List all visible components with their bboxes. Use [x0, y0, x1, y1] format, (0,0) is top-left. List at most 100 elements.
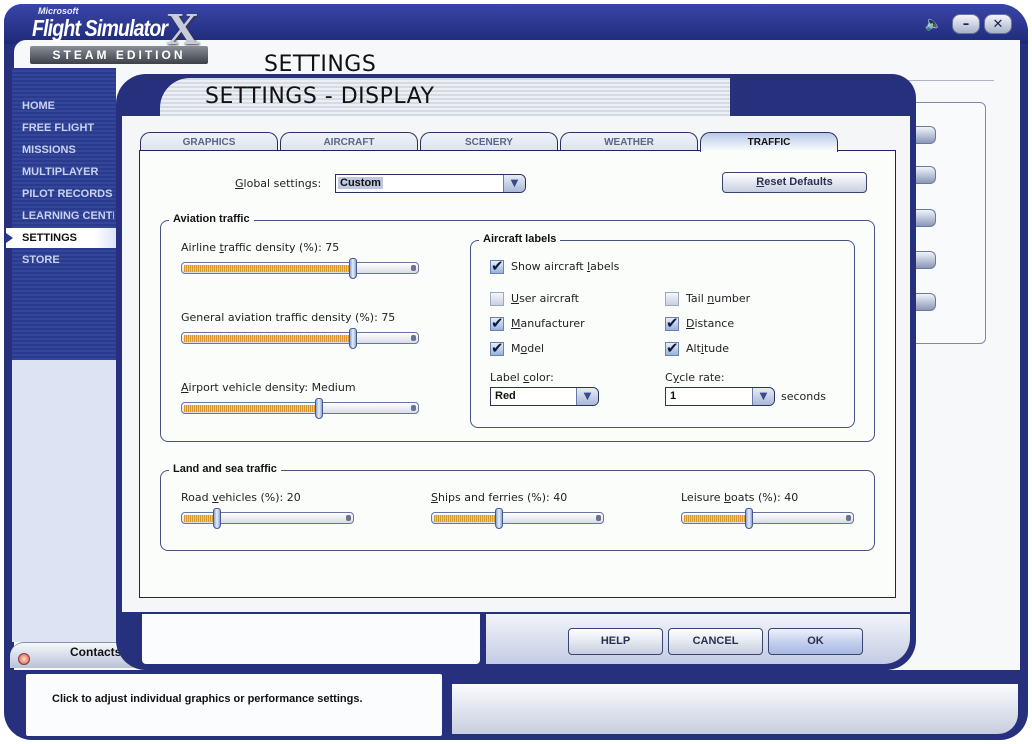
cycle-rate-unit: seconds: [781, 390, 826, 403]
slider-end-cap: [411, 405, 416, 411]
leisure-boats-label: Leisure boats (%): 40: [681, 491, 798, 504]
sidebar-item-store[interactable]: STORE: [22, 254, 114, 266]
road-vehicles-slider[interactable]: [181, 508, 354, 529]
slider-thumb[interactable]: [213, 508, 222, 529]
label-text: oats (%):: [731, 491, 785, 504]
global-settings-label: Global settings:: [235, 177, 321, 190]
label-text: Tail: [686, 292, 708, 305]
general-aviation-slider[interactable]: [181, 328, 419, 349]
ships-ferries-value: 40: [553, 491, 568, 504]
user-aircraft-label: User aircraft: [511, 292, 579, 305]
land-sea-traffic-legend: Land and sea traffic: [169, 463, 281, 475]
reset-defaults-button[interactable]: Reset Defaults: [722, 172, 867, 193]
label-color-select[interactable]: Red ▼: [490, 387, 599, 406]
airline-traffic-value: 75: [325, 241, 340, 254]
sidebar-item-multiplayer[interactable]: MULTIPLAYER: [22, 166, 114, 178]
slider-end-cap: [411, 335, 416, 341]
label-text: abels: [590, 260, 620, 273]
status-text: Click to adjust individual graphics or p…: [52, 693, 363, 705]
tab-scenery[interactable]: SCENERY: [420, 132, 558, 151]
show-aircraft-labels-label: Show aircraft labels: [511, 260, 619, 273]
label-text: General aviation traf: [181, 311, 302, 324]
ships-ferries-label: Ships and ferries (%): 40: [431, 491, 567, 504]
label-text: anufacturer: [520, 317, 585, 330]
mnemonic: S: [431, 491, 438, 504]
label-text: ser aircraft: [519, 292, 579, 305]
minimize-button[interactable]: –: [952, 14, 980, 34]
slider-fill: [184, 405, 319, 412]
airline-traffic-slider[interactable]: [181, 258, 419, 279]
select-value: 1: [670, 390, 677, 402]
sidebar-item-free-flight[interactable]: FREE FLIGHT: [22, 122, 114, 134]
label-text: raffic density (%):: [223, 241, 326, 254]
general-aviation-value: 75: [381, 311, 396, 324]
label-text: ic density (%):: [301, 311, 382, 324]
cycle-rate-label: Cycle rate:: [665, 371, 725, 384]
sidebar-item-settings[interactable]: SETTINGS: [6, 228, 116, 248]
aviation-traffic-legend: Aviation traffic: [169, 213, 254, 225]
sidebar-item-pilot-records[interactable]: PILOT RECORDS: [22, 188, 114, 200]
manufacturer-checkbox[interactable]: [490, 314, 504, 332]
chevron-down-icon[interactable]: ▼: [752, 388, 774, 405]
tab-weather[interactable]: WEATHER: [560, 132, 698, 151]
label-text: Show aircraft: [511, 260, 588, 273]
slider-thumb[interactable]: [494, 508, 503, 529]
mnemonic: G: [235, 177, 244, 190]
slider-thumb[interactable]: [315, 398, 324, 419]
tail-number-label: Tail number: [686, 292, 750, 305]
show-aircraft-labels-checkbox[interactable]: [490, 257, 504, 275]
label-text: M: [511, 342, 521, 355]
chevron-down-icon[interactable]: ▼: [503, 175, 525, 192]
slider-thumb[interactable]: [348, 328, 357, 349]
tab-aircraft[interactable]: AIRCRAFT: [280, 132, 418, 151]
cycle-rate-select[interactable]: 1 ▼: [665, 387, 775, 406]
tab-graphics[interactable]: GRAPHICS: [140, 132, 278, 151]
status-bar-right: [452, 684, 1018, 734]
label-text: irport vehicle density:: [188, 381, 312, 394]
label-text: C: [665, 371, 673, 384]
general-aviation-label: General aviation traffic density (%): 75: [181, 311, 395, 324]
label-text: Airline: [181, 241, 220, 254]
label-text: cle rate:: [679, 371, 725, 384]
close-button[interactable]: ✕: [984, 14, 1012, 34]
contacts-label[interactable]: Contacts: [70, 645, 121, 659]
sidebar-lower-panel: [12, 360, 116, 642]
ships-ferries-slider[interactable]: [431, 508, 604, 529]
slider-fill: [684, 515, 748, 522]
label-text: ehicles (%):: [218, 491, 287, 504]
road-vehicles-value: 20: [286, 491, 301, 504]
leisure-boats-slider[interactable]: [681, 508, 854, 529]
window-controls: 🔈 – ✕: [925, 14, 1012, 34]
model-checkbox[interactable]: [490, 339, 504, 357]
slider-fill: [184, 265, 352, 272]
altitude-checkbox[interactable]: [665, 339, 679, 357]
model-label: Model: [511, 342, 544, 355]
slider-thumb[interactable]: [744, 508, 753, 529]
slider-thumb[interactable]: [348, 258, 357, 279]
slider-fill: [434, 515, 498, 522]
global-settings-select[interactable]: Custom ▼: [335, 174, 526, 193]
logo-title: Flight Simulator: [32, 15, 168, 41]
label-text: umber: [714, 292, 751, 305]
label-text: Leisure: [681, 491, 725, 504]
ok-button[interactable]: OK: [768, 628, 863, 655]
airport-vehicle-label: Airport vehicle density: Medium: [181, 381, 356, 394]
altitude-label: Altitude: [686, 342, 729, 355]
label-text: del: [527, 342, 545, 355]
sidebar-item-home[interactable]: HOME: [22, 100, 114, 112]
sidebar-item-learning-center[interactable]: LEARNING CENTER: [22, 210, 114, 222]
cancel-button[interactable]: CANCEL: [668, 628, 763, 655]
label-text: Label: [490, 371, 524, 384]
sidebar-item-missions[interactable]: MISSIONS: [22, 144, 114, 156]
slider-fill: [184, 515, 217, 522]
label-color-label: Label color:: [490, 371, 554, 384]
airport-vehicle-slider[interactable]: [181, 398, 419, 419]
tab-traffic[interactable]: TRAFFIC: [700, 132, 838, 152]
distance-checkbox[interactable]: [665, 314, 679, 332]
speaker-icon[interactable]: 🔈: [925, 16, 942, 32]
user-aircraft-checkbox[interactable]: [490, 292, 504, 306]
slider-end-cap: [846, 515, 851, 521]
tail-number-checkbox[interactable]: [665, 292, 679, 306]
help-button[interactable]: HELP: [568, 628, 663, 655]
chevron-down-icon[interactable]: ▼: [576, 388, 598, 405]
